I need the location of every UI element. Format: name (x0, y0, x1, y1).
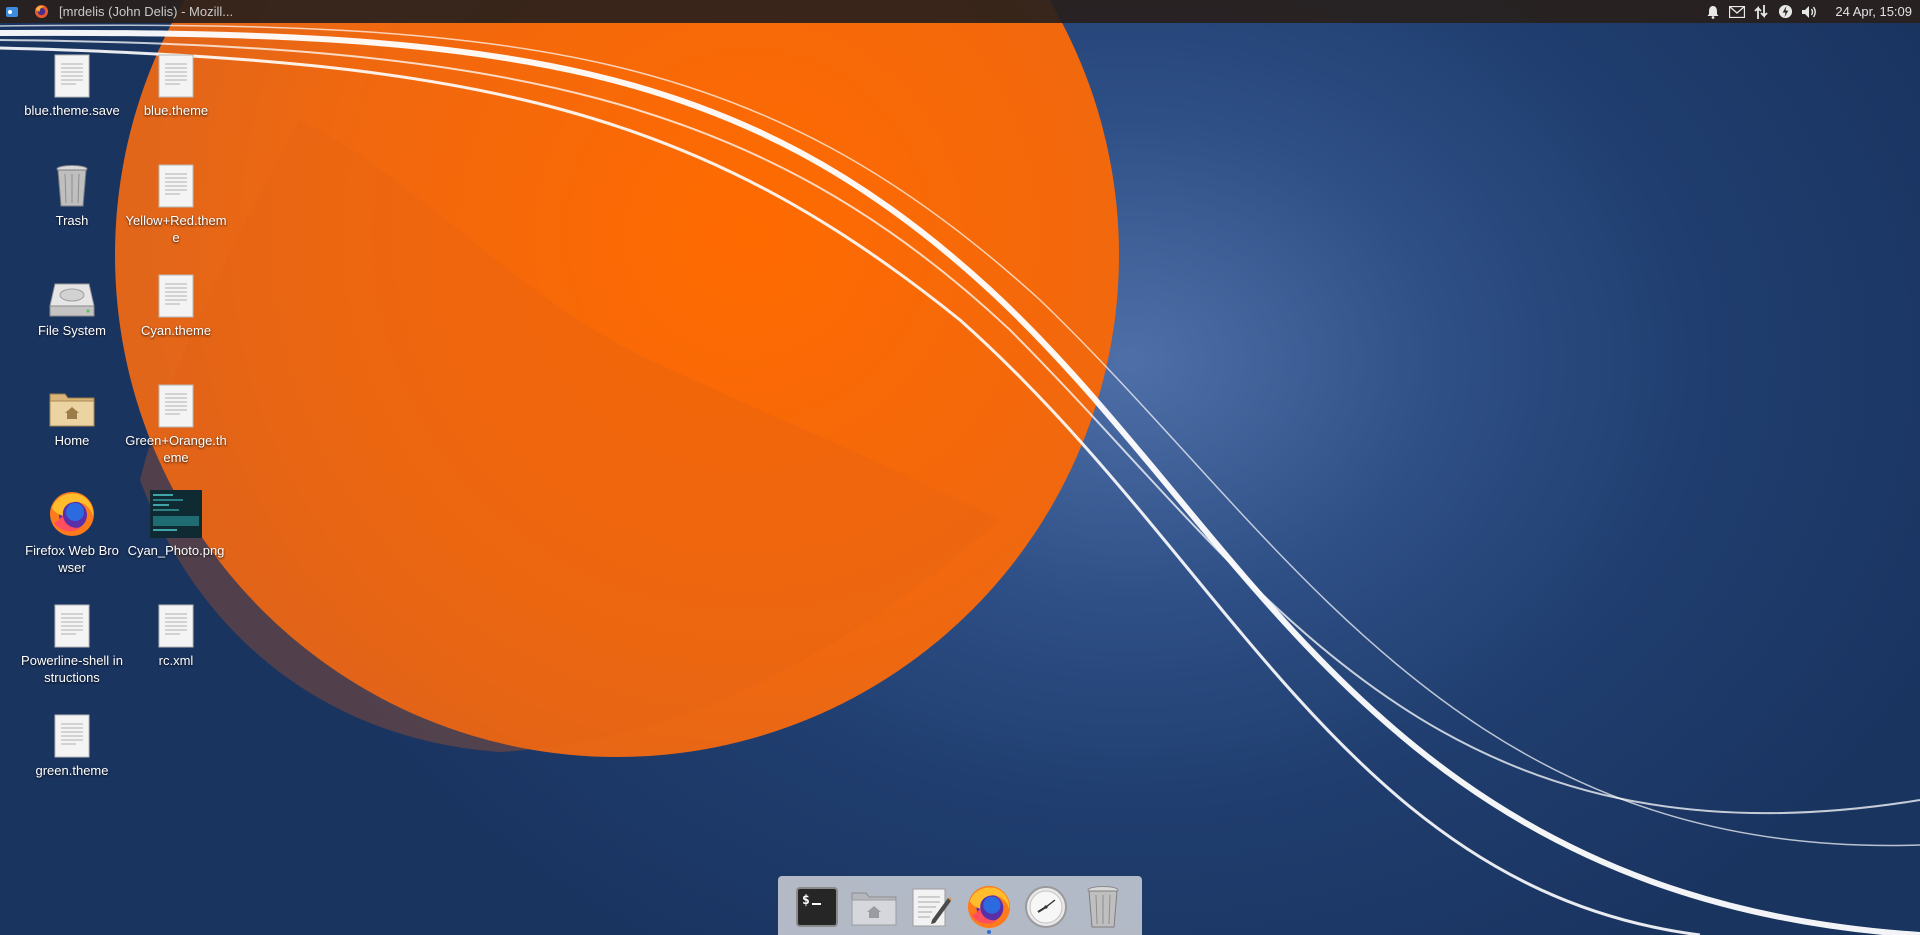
dock-item-trash[interactable] (1080, 882, 1126, 932)
panel-clock[interactable]: 24 Apr, 15:09 (1835, 4, 1912, 19)
desktop-icon-label: Trash (55, 213, 89, 228)
wallpaper (0, 0, 1920, 935)
desktop-icon-label: File System (38, 323, 106, 338)
mail-icon[interactable] (1728, 3, 1746, 21)
image-thumbnail-icon (150, 486, 202, 538)
applications-menu-button[interactable] (2, 0, 22, 23)
power-icon[interactable] (1776, 3, 1794, 21)
trash-icon (1087, 886, 1119, 928)
desktop-icon-blue-theme-save[interactable]: blue.theme.save (21, 46, 123, 119)
desktop-icon-green-orange-theme[interactable]: Green+Orange.theme (125, 376, 227, 466)
desktop-icon-green-theme[interactable]: green.theme (21, 706, 123, 779)
desktop-icon-label: Green+Orange.theme (125, 433, 227, 465)
clock-icon (1024, 886, 1067, 928)
dock-item-terminal[interactable]: $ (794, 882, 840, 932)
desktop-icon-file-system[interactable]: File System (21, 266, 123, 339)
desktop-icon-label: Powerline-shell instructions (21, 653, 123, 685)
desktop-icon-rc-xml[interactable]: rc.xml (125, 596, 227, 669)
desktop-icon-powerline-shell-instructions[interactable]: Powerline-shell instructions (21, 596, 123, 686)
taskbar-window-title: [mrdelis (John Delis) - Mozill... (59, 4, 234, 19)
dock-item-text-editor[interactable] (908, 882, 954, 932)
dock-item-firefox[interactable] (966, 882, 1012, 934)
document-icon (150, 156, 202, 208)
desktop-icon-label: blue.theme.save (24, 103, 120, 118)
document-icon (150, 266, 202, 318)
desktop-icon-label: Firefox Web Browser (25, 543, 119, 575)
trash-icon (46, 156, 98, 208)
firefox-icon (46, 486, 98, 538)
svg-text:$: $ (802, 893, 810, 908)
dock: $ (778, 876, 1142, 935)
desktop-icon-label: green.theme (35, 763, 109, 778)
firefox-icon (34, 4, 49, 19)
desktop-icon-label: rc.xml (158, 653, 194, 668)
desktop-icon-label: Yellow+Red.theme (125, 213, 227, 245)
desktop-icon-label: Cyan_Photo.png (127, 543, 225, 558)
desktop-icon-blue-theme[interactable]: blue.theme (125, 46, 227, 119)
dock-item-file-manager[interactable] (851, 882, 897, 932)
desktop-icon-home[interactable]: Home (21, 376, 123, 449)
volume-icon[interactable] (1800, 3, 1818, 21)
desktop-icon-firefox[interactable]: Firefox Web Browser (21, 486, 123, 576)
desktop-icon-yellow-red-theme[interactable]: Yellow+Red.theme (125, 156, 227, 246)
desktop-icon-label: blue.theme (143, 103, 209, 118)
terminal-icon: $ (795, 887, 838, 927)
xfce-mouse-icon (6, 6, 18, 17)
top-panel: [mrdelis (John Delis) - Mozill... 24 Apr… (0, 0, 1920, 23)
home-folder-icon (46, 376, 98, 428)
hard-drive-icon (46, 266, 98, 318)
running-indicator (986, 930, 991, 934)
folder-home-icon (851, 892, 897, 926)
desktop-icon-label: Home (54, 433, 90, 448)
document-icon (150, 596, 202, 648)
document-icon (150, 46, 202, 98)
document-icon (150, 376, 202, 428)
desktop-icon-trash[interactable]: Trash (21, 156, 123, 229)
document-icon (46, 46, 98, 98)
firefox-icon (967, 885, 1010, 929)
document-icon (46, 596, 98, 648)
desktop[interactable]: [mrdelis (John Delis) - Mozill... 24 Apr… (0, 0, 1920, 935)
bell-icon[interactable] (1704, 3, 1722, 21)
text-editor-icon (912, 888, 953, 927)
taskbar-window-firefox[interactable]: [mrdelis (John Delis) - Mozill... (28, 0, 239, 23)
desktop-icon-label: Cyan.theme (140, 323, 212, 338)
desktop-icon-cyan-photo[interactable]: Cyan_Photo.png (125, 486, 227, 559)
dock-item-clock[interactable] (1023, 882, 1069, 932)
desktop-icon-cyan-theme[interactable]: Cyan.theme (125, 266, 227, 339)
network-updown-icon[interactable] (1752, 3, 1770, 21)
document-icon (46, 706, 98, 758)
